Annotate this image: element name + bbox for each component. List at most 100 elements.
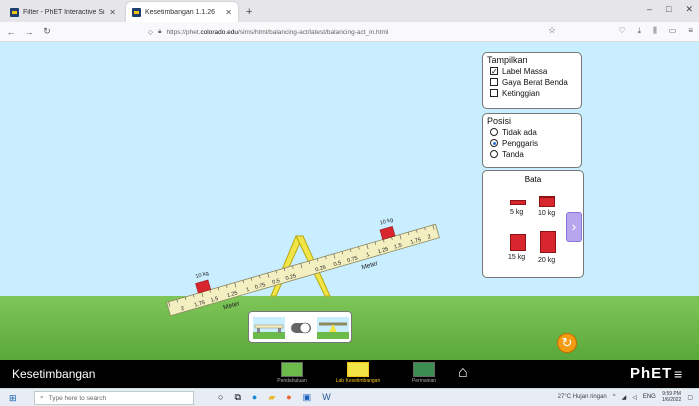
position-panel-title: Posisi <box>487 116 512 126</box>
radio-penggaris[interactable]: Penggaris <box>490 138 581 148</box>
brick-on-plank-right[interactable]: 10 kg <box>377 217 397 240</box>
new-tab-button[interactable]: + <box>246 6 252 18</box>
simulation-area: 2 1.75 1.5 1.25 1 0.75 0.5 0.25 0.25 0.5… <box>0 42 699 360</box>
maximize-icon[interactable]: □ <box>666 4 671 15</box>
brick-10kg[interactable] <box>539 196 555 207</box>
close-window-icon[interactable]: ✕ <box>685 4 693 15</box>
notification-icon[interactable]: ▢ <box>687 394 693 401</box>
checkbox-icon[interactable] <box>490 78 498 86</box>
windows-taskbar: ⊞ ⌕ Type here to search ○ ⧉ ● ▰ ● ▣ W 27… <box>0 388 699 406</box>
cortana-icon[interactable]: ○ <box>218 392 223 403</box>
checkbox-icon[interactable] <box>490 89 498 97</box>
ruler-tick-label: 1.5 <box>394 243 403 251</box>
task-view-icon[interactable]: ⧉ <box>234 392 240 403</box>
forward-icon[interactable]: → <box>22 27 36 37</box>
phet-navigation-bar: Kesetimbangan Pendahuluan Lab Kesetimban… <box>0 360 699 388</box>
firefox-icon[interactable]: ● <box>286 392 291 403</box>
clock[interactable]: 9:59 PM 1/6/2022 <box>662 391 681 403</box>
back-icon[interactable]: ← <box>4 27 18 37</box>
phet-favicon-icon <box>132 7 141 17</box>
phet-logo[interactable]: PhET <box>630 365 672 382</box>
browser-toolbar-icons: ♡ ⤓ ⫼ ▭ ≡ <box>618 26 693 36</box>
checkbox-checked-icon[interactable]: ✓ <box>490 67 498 76</box>
screen-thumbnail <box>347 362 369 377</box>
next-bricks-arrow-icon[interactable]: › <box>566 212 582 242</box>
reset-icon[interactable]: ↻ <box>557 333 577 353</box>
brick-label: 10 kg <box>538 210 556 217</box>
brick-label: 5 kg <box>510 209 524 216</box>
brick-label: 20 kg <box>538 257 556 264</box>
file-explorer-icon[interactable]: ▰ <box>268 392 275 403</box>
checkbox-label-massa[interactable]: ✓ Label Massa <box>490 66 581 76</box>
browser-tab-kesetimbangan[interactable]: Kesetimbangan 1.1.26 ✕ <box>126 2 238 22</box>
word-icon[interactable]: W <box>322 392 331 403</box>
sidebar-icon[interactable]: ▭ <box>669 26 677 36</box>
download-icon[interactable]: ⤓ <box>638 26 642 36</box>
tray-chevron-icon[interactable]: ^ <box>613 394 616 400</box>
show-panel: Tampilkan ✓ Label Massa Gaya Berat Benda … <box>482 52 582 109</box>
network-icon[interactable]: ◢ <box>622 394 627 401</box>
supports-toggle-panel <box>248 311 352 343</box>
language-indicator[interactable]: ENG <box>643 394 656 400</box>
supports-toggle[interactable] <box>249 312 353 344</box>
ruler-caption-left: Meter <box>223 300 242 312</box>
bricks-panel-title: Bata <box>524 175 542 184</box>
close-tab-icon[interactable]: ✕ <box>225 8 232 17</box>
minimize-icon[interactable]: – <box>647 4 652 15</box>
brick-5kg[interactable] <box>510 200 526 205</box>
home-icon[interactable]: ⌂ <box>458 364 468 382</box>
reload-icon[interactable]: ↻ <box>40 26 54 37</box>
mail-icon[interactable]: ▣ <box>303 392 312 403</box>
taskbar-search[interactable]: ⌕ Type here to search <box>34 391 194 405</box>
browser-nav-bar: ← → ↻ ◇ 🔒︎ https://phet.colorado.edu/sim… <box>0 22 699 42</box>
brick-label: 15 kg <box>508 254 526 261</box>
close-tab-icon[interactable]: ✕ <box>109 8 116 17</box>
ruler-caption-right: Meter <box>361 260 380 272</box>
bookmark-star-icon[interactable]: ☆ <box>548 25 556 36</box>
library-icon[interactable]: ⫼ <box>653 26 657 36</box>
url-bar[interactable]: ◇ 🔒︎ https://phet.colorado.edu/sims/html… <box>148 25 568 39</box>
pocket-icon[interactable]: ♡ <box>618 26 625 36</box>
windows-start-icon[interactable]: ⊞ <box>9 393 17 404</box>
lock-icon: 🔒︎ <box>158 28 162 35</box>
screen-tab-pendahuluan[interactable]: Pendahuluan <box>262 362 322 384</box>
window-controls: – □ ✕ <box>647 4 693 15</box>
shield-icon: ◇ <box>148 29 153 36</box>
tab-title: Filter - PhET Interactive Simulati <box>23 8 105 16</box>
phet-menu-icon[interactable]: ≡ <box>674 366 682 382</box>
screen-thumbnail <box>281 362 303 377</box>
tab-title: Kesetimbangan 1.1.26 <box>145 8 216 16</box>
plank-ruler[interactable]: 2 1.75 1.5 1.25 1 0.75 0.5 0.25 0.25 0.5… <box>161 206 442 326</box>
brick-20kg[interactable] <box>540 231 556 253</box>
volume-icon[interactable]: ◁ <box>632 394 637 401</box>
screen-tab-permainan[interactable]: Permainan <box>394 362 454 384</box>
edge-icon[interactable]: ● <box>252 392 257 403</box>
checkbox-gaya-berat[interactable]: Gaya Berat Benda <box>490 77 581 87</box>
taskbar-apps: ○ ⧉ ● ▰ ● ▣ W <box>218 392 331 403</box>
ruler-tick-label: 1.5 <box>210 296 219 304</box>
url-text: https://phet.colorado.edu/sims/html/bala… <box>166 28 389 36</box>
show-panel-title: Tampilkan <box>487 55 528 65</box>
ruler-tick-label: 0.5 <box>333 260 342 268</box>
system-tray: 27°C Hujan ringan ^ ◢ ◁ ENG 9:59 PM 1/6/… <box>558 391 693 403</box>
radio-icon[interactable] <box>490 128 498 136</box>
radio-icon[interactable] <box>490 150 498 158</box>
browser-tab-filter[interactable]: Filter - PhET Interactive Simulati ✕ <box>4 2 122 22</box>
position-panel: Posisi Tidak ada Penggaris Tanda <box>482 113 582 168</box>
screen-tab-lab-kesetimbangan[interactable]: Lab Kesetimbangan <box>328 362 388 384</box>
screen-thumbnail <box>413 362 435 377</box>
browser-tab-bar: Filter - PhET Interactive Simulati ✕ Kes… <box>0 0 699 22</box>
brick-15kg[interactable] <box>510 234 526 251</box>
mass-label: 10 kg <box>379 217 394 227</box>
radio-tidak-ada[interactable]: Tidak ada <box>490 127 581 137</box>
radio-tanda[interactable]: Tanda <box>490 149 581 159</box>
brick-on-plank-left[interactable]: 10 kg <box>193 271 213 294</box>
radio-selected-icon[interactable] <box>490 139 498 147</box>
search-icon: ⌕ <box>40 394 44 401</box>
checkbox-ketinggian[interactable]: Ketinggian <box>490 88 581 98</box>
phet-favicon-icon <box>10 7 19 17</box>
app-title: Kesetimbangan <box>12 367 96 381</box>
weather-widget[interactable]: 27°C Hujan ringan <box>558 394 607 400</box>
mass-label: 10 kg <box>195 271 210 281</box>
menu-icon[interactable]: ≡ <box>688 26 693 36</box>
